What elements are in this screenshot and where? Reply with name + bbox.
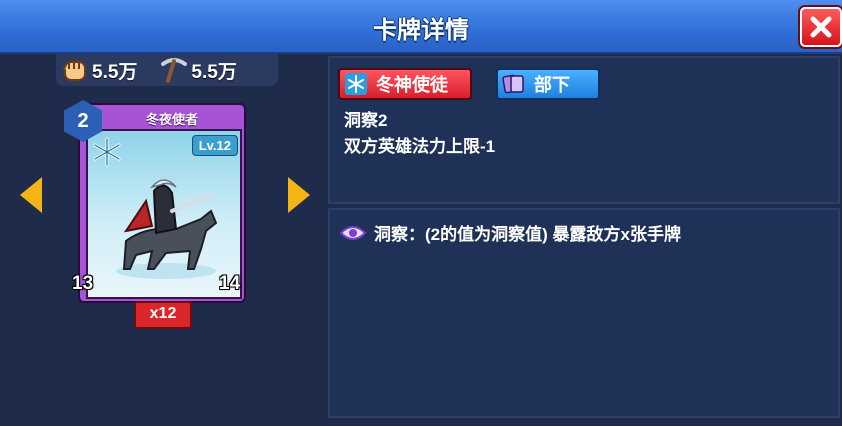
description-line-2: 双方英雄法力上限-1 <box>344 137 496 156</box>
description-line-1: 洞察2 <box>344 111 388 130</box>
info-panel: 冬神使徒 部下 洞察2 双方英雄法力上限-1 <box>328 56 840 204</box>
ability-row: 洞察：(2的值为洞察值) 暴露敌方x张手牌 <box>340 220 681 245</box>
faction-label: 冬神使徒 <box>376 75 448 95</box>
card-detail-window: 卡牌详情 5.5万 5.5万 冬夜使者 Lv.12 2 13 14 x12 冬神… <box>0 0 842 426</box>
attack-value: 13 <box>72 273 94 294</box>
snowflake-icon <box>345 73 367 95</box>
card-name: 冬夜使者 <box>145 112 198 127</box>
prev-card-arrow[interactable] <box>20 177 42 213</box>
type-tag[interactable]: 部下 <box>496 68 600 100</box>
health-value: 14 <box>219 273 241 294</box>
ability-panel: 洞察：(2的值为洞察值) 暴露敌方x张手牌 <box>328 208 840 418</box>
card-description: 洞察2 双方英雄法力上限-1 <box>344 108 495 160</box>
window-title: 卡牌详情 <box>373 17 469 44</box>
snowflake-icon <box>93 137 121 167</box>
card-count: x12 <box>134 301 192 329</box>
title-bar: 卡牌详情 <box>0 0 842 54</box>
stats-bar: 5.5万 5.5万 <box>56 54 278 86</box>
pickaxe-icon <box>161 58 188 83</box>
rider-illustration <box>116 179 218 279</box>
next-card-arrow[interactable] <box>288 177 310 213</box>
fist-icon <box>62 61 86 81</box>
type-label: 部下 <box>534 75 570 95</box>
mining-stat: 5.5万 <box>159 56 237 84</box>
close-button[interactable] <box>800 7 842 47</box>
power-stat: 5.5万 <box>60 56 137 84</box>
eye-icon <box>340 225 366 240</box>
power-value: 5.5万 <box>92 61 138 83</box>
ability-text: 洞察：(2的值为洞察值) 暴露敌方x张手牌 <box>374 225 681 244</box>
mining-value: 5.5万 <box>191 61 237 83</box>
cards-icon <box>502 74 524 94</box>
close-icon <box>810 16 832 38</box>
faction-tag[interactable]: 冬神使徒 <box>338 68 472 100</box>
card-level: Lv.12 <box>191 135 238 156</box>
